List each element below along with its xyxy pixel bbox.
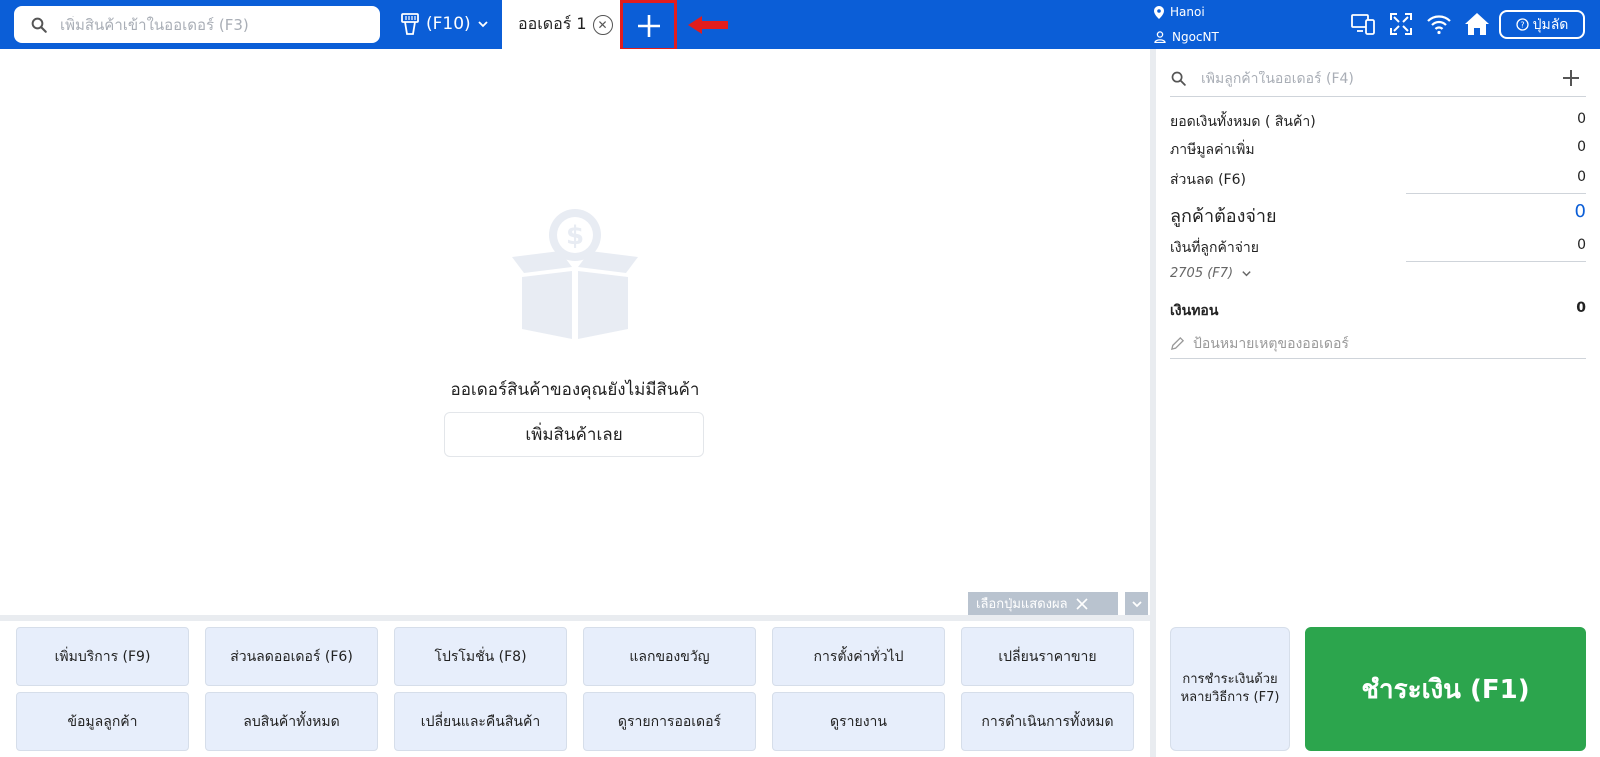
add-order-tab-button[interactable] (620, 0, 677, 51)
home-icon[interactable] (1464, 10, 1490, 38)
scanner-label: (F10) (426, 14, 471, 34)
cash-account-selector[interactable]: 2705 (F7) (1170, 266, 1252, 281)
top-icons (1350, 10, 1490, 38)
change-row: เงินทอน 0 (1170, 300, 1586, 322)
empty-box-icon: $ (512, 209, 638, 339)
customer-paid-value[interactable]: 0 (1577, 237, 1586, 259)
change-value: 0 (1576, 300, 1586, 316)
view-report-button[interactable]: ดูรายงาน (772, 692, 945, 751)
vat-value: 0 (1577, 139, 1586, 155)
location-label: Hanoi (1170, 5, 1205, 19)
change-price-button[interactable]: เปลี่ยนราคาขาย (961, 627, 1134, 686)
customer-info-button[interactable]: ข้อมูลลูกค้า (16, 692, 189, 751)
close-icon[interactable]: ✕ (592, 14, 613, 35)
discount-row[interactable]: ส่วนลด (F6) 0 (1170, 169, 1586, 191)
function-button-grid: เพิ่มบริการ (F9) ส่วนลดออเดอร์ (F6) โปรโ… (16, 627, 1134, 751)
horizontal-divider (0, 615, 1150, 621)
order-discount-button[interactable]: ส่วนลดออเดอร์ (F6) (205, 627, 378, 686)
barcode-scanner-toggle[interactable]: (F10) (400, 12, 489, 36)
vat-label: ภาษีมูลค่าเพิ่ม (1170, 142, 1255, 158)
order-note[interactable] (1170, 329, 1586, 359)
order-note-input[interactable] (1193, 335, 1573, 352)
svg-text:?: ? (1520, 21, 1524, 30)
multi-payment-button[interactable]: การชำระเงินด้วยหลายวิธีการ (F7) (1170, 627, 1290, 751)
fullscreen-icon[interactable] (1388, 10, 1414, 38)
remove-all-products-button[interactable]: ลบสินค้าทั้งหมด (205, 692, 378, 751)
current-user: NgocNT (1154, 30, 1219, 44)
general-settings-button[interactable]: การตั้งค่าทั่วไป (772, 627, 945, 686)
arrow-left-icon (688, 16, 728, 34)
user-label: NgocNT (1172, 30, 1219, 44)
add-customer-icon[interactable] (1560, 67, 1582, 89)
plus-icon (637, 14, 660, 37)
exchange-return-button[interactable]: เปลี่ยนและคืนสินค้า (394, 692, 567, 751)
search-icon (31, 17, 47, 33)
pencil-icon (1170, 336, 1185, 351)
barcode-scanner-icon (401, 13, 419, 35)
product-search[interactable] (14, 6, 380, 43)
top-bar: (F10) ออเดอร์ 1 ✕ Hanoi NgocNT (0, 0, 1600, 51)
promotion-button[interactable]: โปรโมชั่น (F8) (394, 627, 567, 686)
pick-display-label: เลือกปุ่มแสดงผล (976, 597, 1068, 612)
customer-pay-label: ลูกค้าต้องจ่าย (1170, 206, 1277, 227)
location: Hanoi (1154, 5, 1205, 19)
empty-order-message: ออเดอร์สินค้าของคุณยังไม่มีสินค้า (450, 380, 700, 400)
order-tab-label: ออเดอร์ 1 (518, 14, 587, 33)
pick-display-button[interactable]: เลือกปุ่มแสดงผล (968, 592, 1118, 615)
close-icon[interactable] (1076, 597, 1088, 610)
customer-pay-value: 0 (1574, 201, 1586, 222)
cash-account-label: 2705 (F7) (1170, 266, 1234, 281)
user-icon (1154, 31, 1166, 43)
customer-paid-label: เงินที่ลูกค้าจ่าย (1170, 240, 1259, 256)
discount-value: 0 (1577, 169, 1586, 185)
pay-button[interactable]: ชำระเงิน (F1) (1305, 627, 1586, 751)
payment-panel: ยอดเงินทั้งหมด ( สินค้า) 0 ภาษีมูลค่าเพิ… (1156, 49, 1600, 757)
paid-underline (1406, 261, 1586, 262)
shortcut-label: ปุ่มลัด (1532, 16, 1569, 33)
chevron-down-icon (1242, 271, 1251, 277)
customer-paid-row[interactable]: เงินที่ลูกค้าจ่าย 0 (1170, 237, 1586, 259)
change-label: เงินทอน (1170, 303, 1219, 319)
product-search-input[interactable] (60, 15, 350, 34)
discount-underline (1406, 193, 1586, 194)
devices-icon[interactable] (1350, 10, 1376, 38)
customer-search-input[interactable] (1201, 70, 1541, 87)
svg-text:$: $ (566, 221, 584, 251)
customer-pay-row: ลูกค้าต้องจ่าย 0 (1170, 201, 1586, 230)
total-goods-value: 0 (1577, 111, 1586, 127)
vat-row: ภาษีมูลค่าเพิ่ม 0 (1170, 139, 1586, 161)
location-pin-icon (1154, 5, 1164, 19)
customer-search[interactable] (1170, 61, 1586, 97)
order-items-area: $ ออเดอร์สินค้าของคุณยังไม่มีสินค้า เพิ่… (0, 49, 1150, 619)
add-product-now-button[interactable]: เพิ่มสินค้าเลย (444, 412, 704, 457)
total-goods-row: ยอดเงินทั้งหมด ( สินค้า) 0 (1170, 111, 1586, 133)
help-icon: ? (1515, 18, 1529, 31)
search-icon (1171, 71, 1186, 86)
chevron-down-icon (478, 21, 488, 28)
discount-label: ส่วนลด (F6) (1170, 172, 1246, 188)
chevron-down-icon (1131, 600, 1142, 607)
tab-order-1[interactable]: ออเดอร์ 1 ✕ (502, 0, 620, 49)
redeem-gift-button[interactable]: แลกของขวัญ (583, 627, 756, 686)
collapse-toggle[interactable] (1125, 592, 1148, 615)
wifi-icon[interactable] (1426, 10, 1452, 38)
all-operations-button[interactable]: การดำเนินการทั้งหมด (961, 692, 1134, 751)
shortcut-button[interactable]: ? ปุ่มลัด (1499, 10, 1585, 39)
total-goods-label: ยอดเงินทั้งหมด ( สินค้า) (1170, 114, 1316, 130)
add-service-button[interactable]: เพิ่มบริการ (F9) (16, 627, 189, 686)
view-orders-button[interactable]: ดูรายการออเดอร์ (583, 692, 756, 751)
